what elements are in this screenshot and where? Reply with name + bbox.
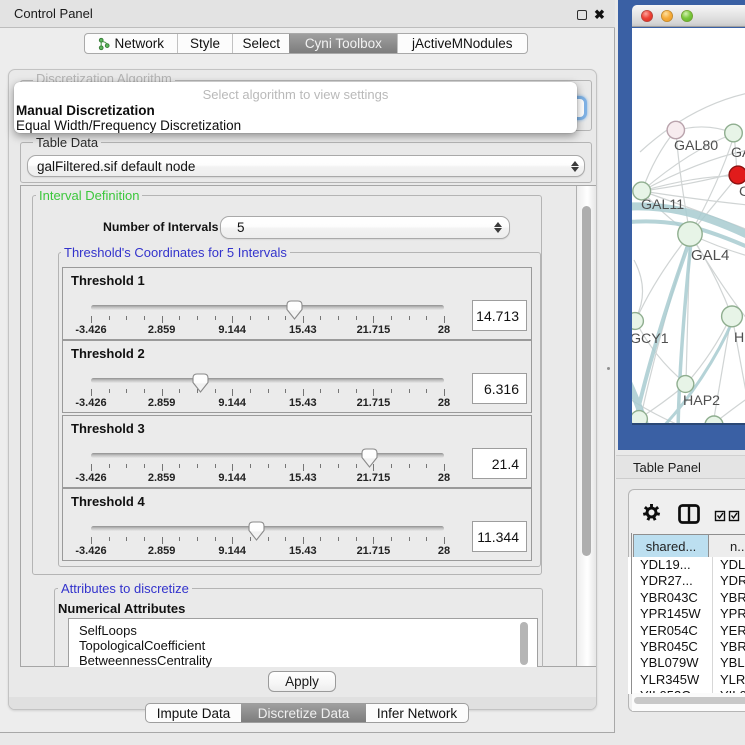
svg-text:GAL11: GAL11 <box>641 197 684 213</box>
svg-text:HAP2: HAP2 <box>683 393 720 409</box>
svg-text:C: C <box>739 184 745 200</box>
svg-text:GCY1: GCY1 <box>632 331 669 347</box>
svg-text:GAL80: GAL80 <box>674 138 718 154</box>
svg-text:GA: GA <box>731 145 745 161</box>
svg-text:GAL4: GAL4 <box>691 247 729 264</box>
svg-text:H: H <box>734 330 744 346</box>
